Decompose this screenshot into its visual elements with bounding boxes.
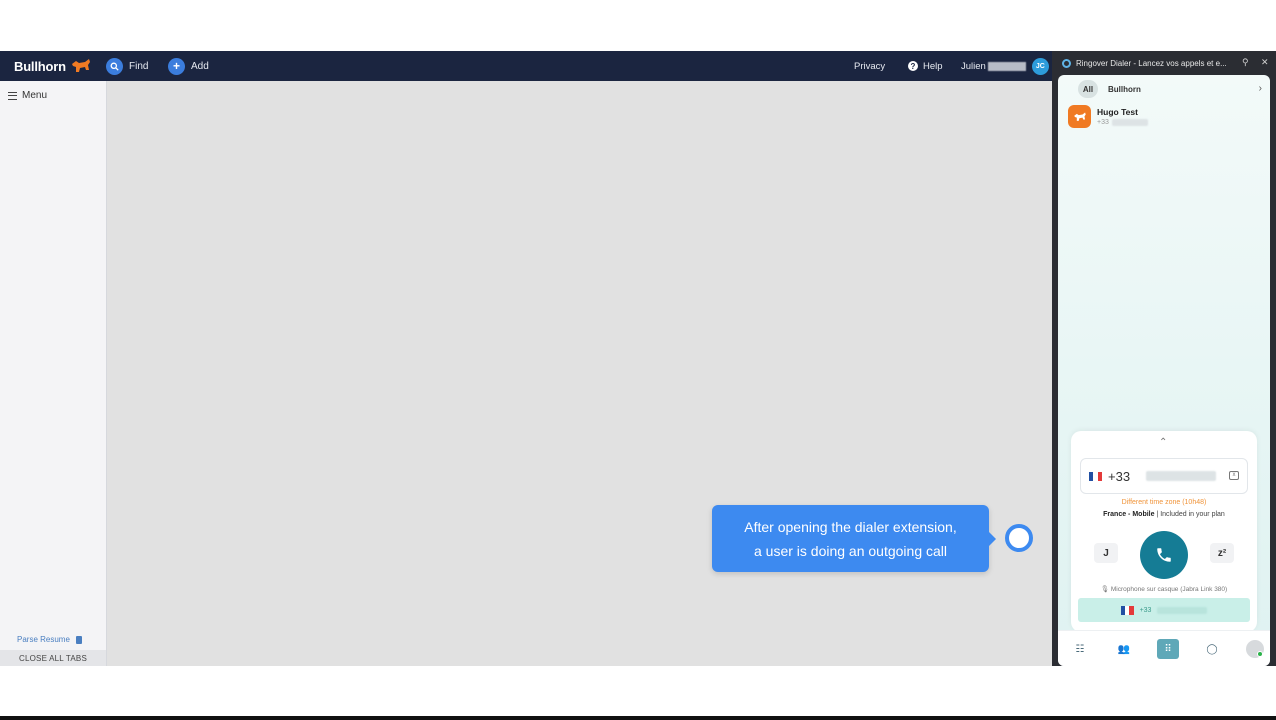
- add-label: Add: [191, 60, 209, 72]
- profile-icon[interactable]: [1244, 639, 1266, 659]
- bottom-border: [0, 716, 1276, 720]
- france-flag-icon: [1120, 605, 1134, 615]
- plan-note: Included in your plan: [1160, 511, 1225, 518]
- number-redacted: [1146, 471, 1217, 481]
- contact-number-prefix: +33: [1097, 119, 1109, 126]
- bullhorn-logo[interactable]: Bullhorn: [14, 51, 92, 81]
- extension-title: Ringover Dialer - Lancez vos appels et e…: [1076, 58, 1227, 68]
- parse-resume-link[interactable]: Parse Resume: [17, 635, 82, 644]
- line-info: France - Mobile | Included in your plan: [1103, 511, 1225, 518]
- parse-resume-label: Parse Resume: [17, 635, 70, 644]
- contacts-icon[interactable]: 👥: [1113, 639, 1135, 659]
- privacy-link[interactable]: Privacy: [854, 51, 885, 81]
- user-name-redacted: [987, 61, 1026, 71]
- chevron-right-icon[interactable]: ›: [1259, 83, 1262, 94]
- find-button[interactable]: Find: [106, 57, 148, 75]
- ringover-extension: Ringover Dialer - Lancez vos appels et e…: [1052, 51, 1276, 666]
- find-label: Find: [129, 60, 149, 72]
- bottom-navigation: ☷ 👥 ⠿ ◯: [1058, 630, 1270, 666]
- click-indicator: [1005, 524, 1033, 552]
- user-name: Julien: [961, 60, 986, 72]
- contact-number-redacted: [1111, 119, 1148, 126]
- tab-all[interactable]: All: [1078, 80, 1098, 98]
- avatar: JC: [1031, 57, 1049, 75]
- backspace-icon[interactable]: x: [1229, 471, 1239, 480]
- phone-number-input[interactable]: +33 x: [1080, 458, 1248, 494]
- help-label: Help: [923, 60, 943, 72]
- contact-name: Hugo Test: [1097, 107, 1138, 117]
- tab-bullhorn[interactable]: Bullhorn: [1108, 85, 1141, 94]
- add-button[interactable]: + Add: [168, 57, 209, 75]
- document-icon: [75, 635, 82, 644]
- bullhorn-contact-icon: [1068, 105, 1091, 128]
- main-content: [107, 81, 1052, 666]
- france-flag-icon: [1089, 471, 1102, 481]
- timezone-note: Different time zone (10h48): [1121, 499, 1207, 506]
- dialer-panel: All Bullhorn › Hugo Test +33 ⌃ +33 x Dif…: [1058, 75, 1270, 666]
- microphone-label: Microphone sur casque (Jabra Link 380): [1110, 586, 1228, 593]
- phone-icon: [1157, 548, 1171, 562]
- hamburger-icon: [8, 91, 17, 100]
- left-menu: Menu Parse Resume CLOSE ALL TABS: [0, 81, 107, 666]
- menu-label: Menu: [22, 90, 48, 101]
- close-icon[interactable]: ✕: [1261, 57, 1269, 68]
- plus-icon: +: [168, 57, 185, 75]
- call-button[interactable]: [1140, 531, 1188, 579]
- bull-icon: [71, 59, 90, 72]
- tooltip-line-1: After opening the dialer extension,: [744, 518, 957, 535]
- pin-icon[interactable]: ⚲: [1242, 57, 1249, 68]
- tooltip-line-2: a user is doing an outgoing call: [753, 542, 948, 559]
- country-code: +33: [1108, 468, 1131, 484]
- recent-number-item[interactable]: +33: [1078, 598, 1250, 622]
- chevron-up-icon[interactable]: ⌃: [1159, 437, 1167, 448]
- left-action-button[interactable]: J: [1094, 543, 1118, 563]
- dialpad-card: ⌃ +33 x Different time zone (10h48) Fran…: [1071, 431, 1257, 632]
- contact-item[interactable]: Hugo Test +33: [1068, 105, 1148, 128]
- help-icon: ?: [908, 61, 918, 71]
- menu-button[interactable]: Menu: [8, 90, 47, 101]
- screen: Bullhorn Find + Add Privacy ? Help Julie…: [0, 0, 1276, 720]
- chat-icon[interactable]: ◯: [1201, 639, 1223, 659]
- recent-number-prefix: +33: [1139, 606, 1152, 614]
- tutorial-tooltip: After opening the dialer extension, a us…: [712, 505, 996, 572]
- help-button[interactable]: ? Help: [908, 51, 943, 81]
- user-menu[interactable]: Julien JC: [961, 51, 1049, 81]
- right-action-button[interactable]: z²: [1210, 543, 1234, 563]
- list-icon[interactable]: ☷: [1069, 639, 1091, 659]
- search-icon: [106, 57, 123, 75]
- line-type: France - Mobile: [1103, 511, 1155, 518]
- dialpad-icon[interactable]: ⠿: [1157, 639, 1179, 659]
- filter-tabs: All Bullhorn: [1078, 80, 1141, 98]
- microphone-icon: 🎙: [1100, 586, 1110, 593]
- ringover-logo-icon: [1062, 58, 1071, 68]
- close-all-tabs-button[interactable]: CLOSE ALL TABS: [0, 650, 106, 666]
- bullhorn-topbar: Bullhorn Find + Add Privacy ? Help Julie…: [0, 51, 1052, 81]
- logo-text: Bullhorn: [14, 58, 66, 74]
- contact-number: +33: [1097, 119, 1148, 126]
- microphone-selector[interactable]: 🎙 Microphone sur casque (Jabra Link 380): [1071, 585, 1257, 593]
- privacy-label: Privacy: [854, 60, 886, 72]
- recent-number-redacted: [1157, 606, 1208, 614]
